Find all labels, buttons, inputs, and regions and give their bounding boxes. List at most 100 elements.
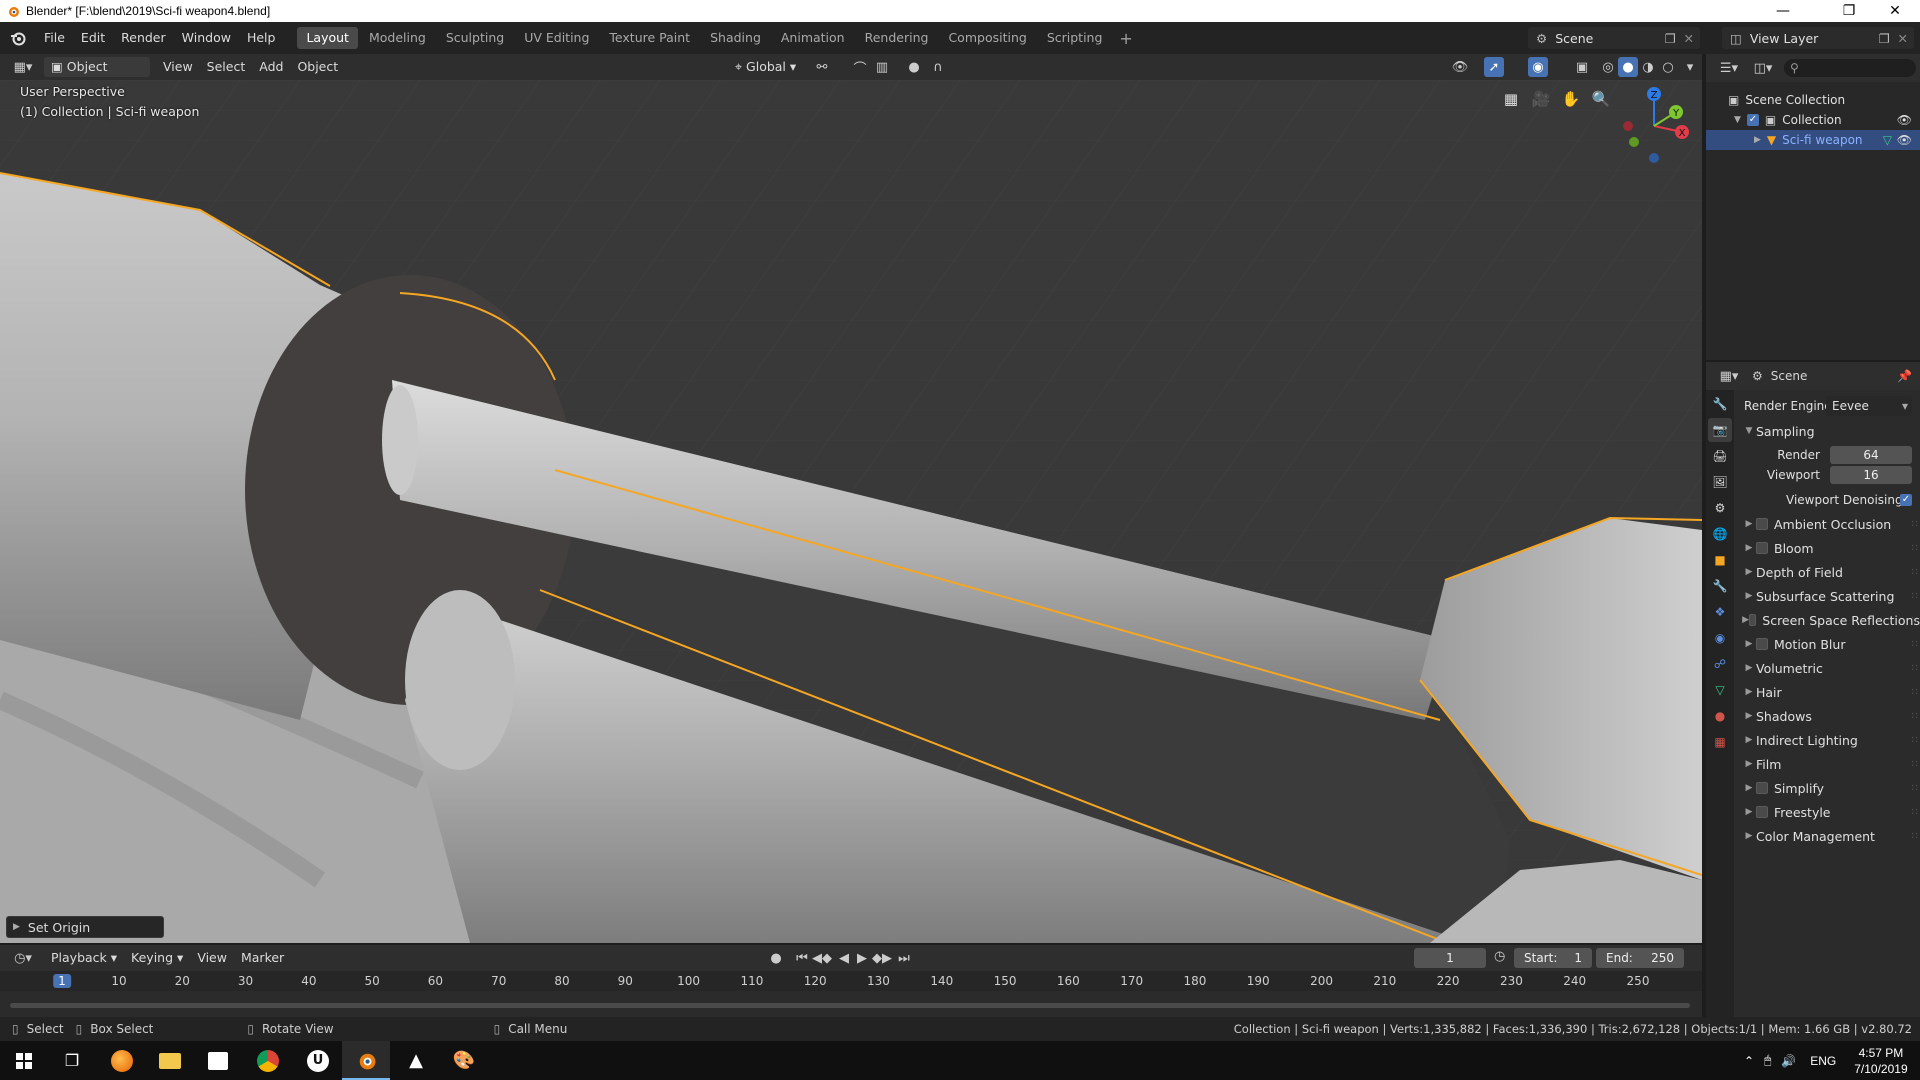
rendered-shading-icon[interactable]: ○ [1658, 57, 1678, 77]
pivot-point-icon[interactable]: ⚯ [812, 57, 832, 77]
panel-header[interactable]: ▶ Volumetric ∷ [1734, 656, 1920, 680]
wireframe-shading-icon[interactable]: ◎ [1598, 57, 1618, 77]
sampling-panel-header[interactable]: ▼ Sampling [1734, 419, 1920, 443]
drag-handle-icon[interactable]: ∷ [1912, 567, 1918, 578]
object-tab-icon[interactable]: ■ [1708, 548, 1732, 572]
add-workspace-button[interactable]: + [1113, 29, 1138, 48]
panel-enable-checkbox[interactable] [1756, 638, 1768, 650]
tab-layout[interactable]: Layout [297, 27, 358, 49]
play-icon[interactable]: ▶ [852, 948, 872, 968]
snap-target-icon[interactable]: ▥ [872, 57, 892, 77]
network-icon[interactable]: 🖱 [1764, 1053, 1771, 1068]
render-engine-dropdown[interactable]: Eevee ▾ [1826, 396, 1912, 416]
tab-compositing[interactable]: Compositing [939, 27, 1035, 49]
panel-header[interactable]: ▶ Screen Space Reflections ∷ [1734, 608, 1920, 632]
panel-header[interactable]: ▶ Hair ∷ [1734, 680, 1920, 704]
constraints-tab-icon[interactable]: ☍ [1708, 652, 1732, 676]
jump-end-icon[interactable]: ⏭ [894, 948, 914, 968]
jump-start-icon[interactable]: ⏮ [792, 948, 812, 968]
zoom-icon[interactable]: 🔍 [1588, 86, 1614, 112]
menu-view[interactable]: View [156, 57, 200, 77]
panel-enable-checkbox[interactable] [1756, 542, 1768, 554]
panel-header[interactable]: ▶ Motion Blur ∷ [1734, 632, 1920, 656]
drag-handle-icon[interactable]: ∷ [1912, 663, 1918, 674]
drag-handle-icon[interactable]: ∷ [1912, 639, 1918, 650]
material-tab-icon[interactable]: ● [1708, 704, 1732, 728]
blender-app[interactable] [342, 1041, 390, 1080]
shading-options-icon[interactable]: ▾ [1680, 57, 1700, 77]
record-icon[interactable]: ● [766, 948, 786, 968]
panel-header[interactable]: ▶ Simplify ∷ [1734, 776, 1920, 800]
outliner-editor-type-icon[interactable]: ☰▾ [1714, 58, 1744, 78]
object-visibility-icon[interactable]: 👁 [1450, 57, 1470, 77]
delete-view-layer-icon[interactable]: ✕ [1898, 31, 1908, 46]
proportional-edit-icon[interactable]: ● [904, 57, 924, 77]
panel-header[interactable]: ▶ Indirect Lighting ∷ [1734, 728, 1920, 752]
falloff-icon[interactable]: ∩ [928, 57, 948, 77]
drag-handle-icon[interactable]: ∷ [1912, 519, 1918, 530]
current-frame-field[interactable]: 1 [1414, 948, 1486, 968]
outliner-search-field[interactable]: ⚲ [1784, 59, 1916, 77]
solid-shading-icon[interactable]: ● [1618, 57, 1638, 77]
tab-animation[interactable]: Animation [772, 27, 854, 49]
gizmo-toggle-icon[interactable]: ➚ [1484, 57, 1504, 77]
start-frame-field[interactable]: Start: 1 [1514, 948, 1592, 968]
navigation-gizmo[interactable]: Z X Y [1614, 86, 1694, 166]
tab-modeling[interactable]: Modeling [360, 27, 435, 49]
new-scene-icon[interactable]: ❐ [1665, 31, 1676, 46]
tab-sculpting[interactable]: Sculpting [437, 27, 513, 49]
tray-expand-icon[interactable]: ⌃ [1744, 1054, 1754, 1068]
menu-playback[interactable]: Playback ▾ [44, 948, 124, 968]
physics-tab-icon[interactable]: ◉ [1708, 626, 1732, 650]
pan-hand-icon[interactable]: ✋ [1558, 86, 1584, 112]
view-layer-tab-icon[interactable]: 🖼 [1708, 470, 1732, 494]
eye-icon[interactable]: 👁 [1897, 113, 1912, 127]
neg-x-axis-icon[interactable] [1623, 121, 1633, 131]
menu-help[interactable]: Help [239, 27, 284, 49]
panel-header[interactable]: ▶ Depth of Field ∷ [1734, 560, 1920, 584]
properties-editor-type-icon[interactable]: ▦▾ [1714, 366, 1744, 386]
drag-handle-icon[interactable]: ∷ [1912, 807, 1918, 818]
close-button[interactable]: ✕ [1872, 0, 1918, 22]
delete-scene-icon[interactable]: ✕ [1684, 31, 1694, 46]
panel-enable-checkbox[interactable] [1756, 806, 1768, 818]
drag-handle-icon[interactable]: ∷ [1912, 735, 1918, 746]
blender-menu-icon[interactable] [10, 30, 26, 46]
data-tab-icon[interactable]: ▽ [1708, 678, 1732, 702]
panel-header[interactable]: ▶ Shadows ∷ [1734, 704, 1920, 728]
unreal-app[interactable]: U [294, 1041, 342, 1080]
viewport-denoising-checkbox[interactable]: ✓ [1900, 494, 1912, 506]
outliner-sci-fi-weapon[interactable]: ▶ ▼ Sci-fi weapon ▽ 👁 [1706, 130, 1920, 150]
3d-viewport[interactable]: User Perspective (1) Collection | Sci-fi… [0, 80, 1702, 943]
chrome-app[interactable] [244, 1041, 292, 1080]
render-tab-icon[interactable]: 📷 [1708, 418, 1732, 442]
expand-arrow-icon[interactable]: ▼ [1734, 115, 1741, 125]
menu-keying[interactable]: Keying ▾ [124, 948, 190, 968]
panel-header[interactable]: ▶ Ambient Occlusion ∷ [1734, 512, 1920, 536]
grid-view-icon[interactable]: ▦ [1498, 86, 1524, 112]
panel-enable-checkbox[interactable] [1756, 782, 1768, 794]
menu-marker[interactable]: Marker [234, 948, 291, 968]
next-keyframe-icon[interactable]: ◆▶ [872, 948, 892, 968]
paint-app[interactable]: 🎨 [440, 1041, 488, 1080]
tab-scripting[interactable]: Scripting [1038, 27, 1112, 49]
neg-z-axis-icon[interactable] [1649, 153, 1659, 163]
viewport-samples-field[interactable]: 16 [1830, 466, 1912, 484]
pin-icon[interactable]: 📌 [1897, 369, 1912, 383]
panel-enable-checkbox[interactable] [1749, 614, 1757, 626]
play-reverse-icon[interactable]: ◀ [834, 948, 854, 968]
preview-range-icon[interactable]: ◷ [1494, 949, 1505, 964]
timeline-scrollbar[interactable] [10, 1003, 1690, 1008]
drag-handle-icon[interactable]: ∷ [1912, 711, 1918, 722]
drag-handle-icon[interactable]: ∷ [1912, 615, 1918, 626]
firefox-app[interactable] [98, 1041, 146, 1080]
tab-shading[interactable]: Shading [701, 27, 770, 49]
world-tab-icon[interactable]: 🌐 [1708, 522, 1732, 546]
tab-texture-paint[interactable]: Texture Paint [600, 27, 699, 49]
task-view-button[interactable]: ❐ [48, 1041, 96, 1080]
tab-rendering[interactable]: Rendering [856, 27, 938, 49]
panel-header[interactable]: ▶ Freestyle ∷ [1734, 800, 1920, 824]
texture-tab-icon[interactable]: ▦ [1708, 730, 1732, 754]
menu-view[interactable]: View [190, 948, 234, 968]
store-app[interactable] [194, 1041, 242, 1080]
